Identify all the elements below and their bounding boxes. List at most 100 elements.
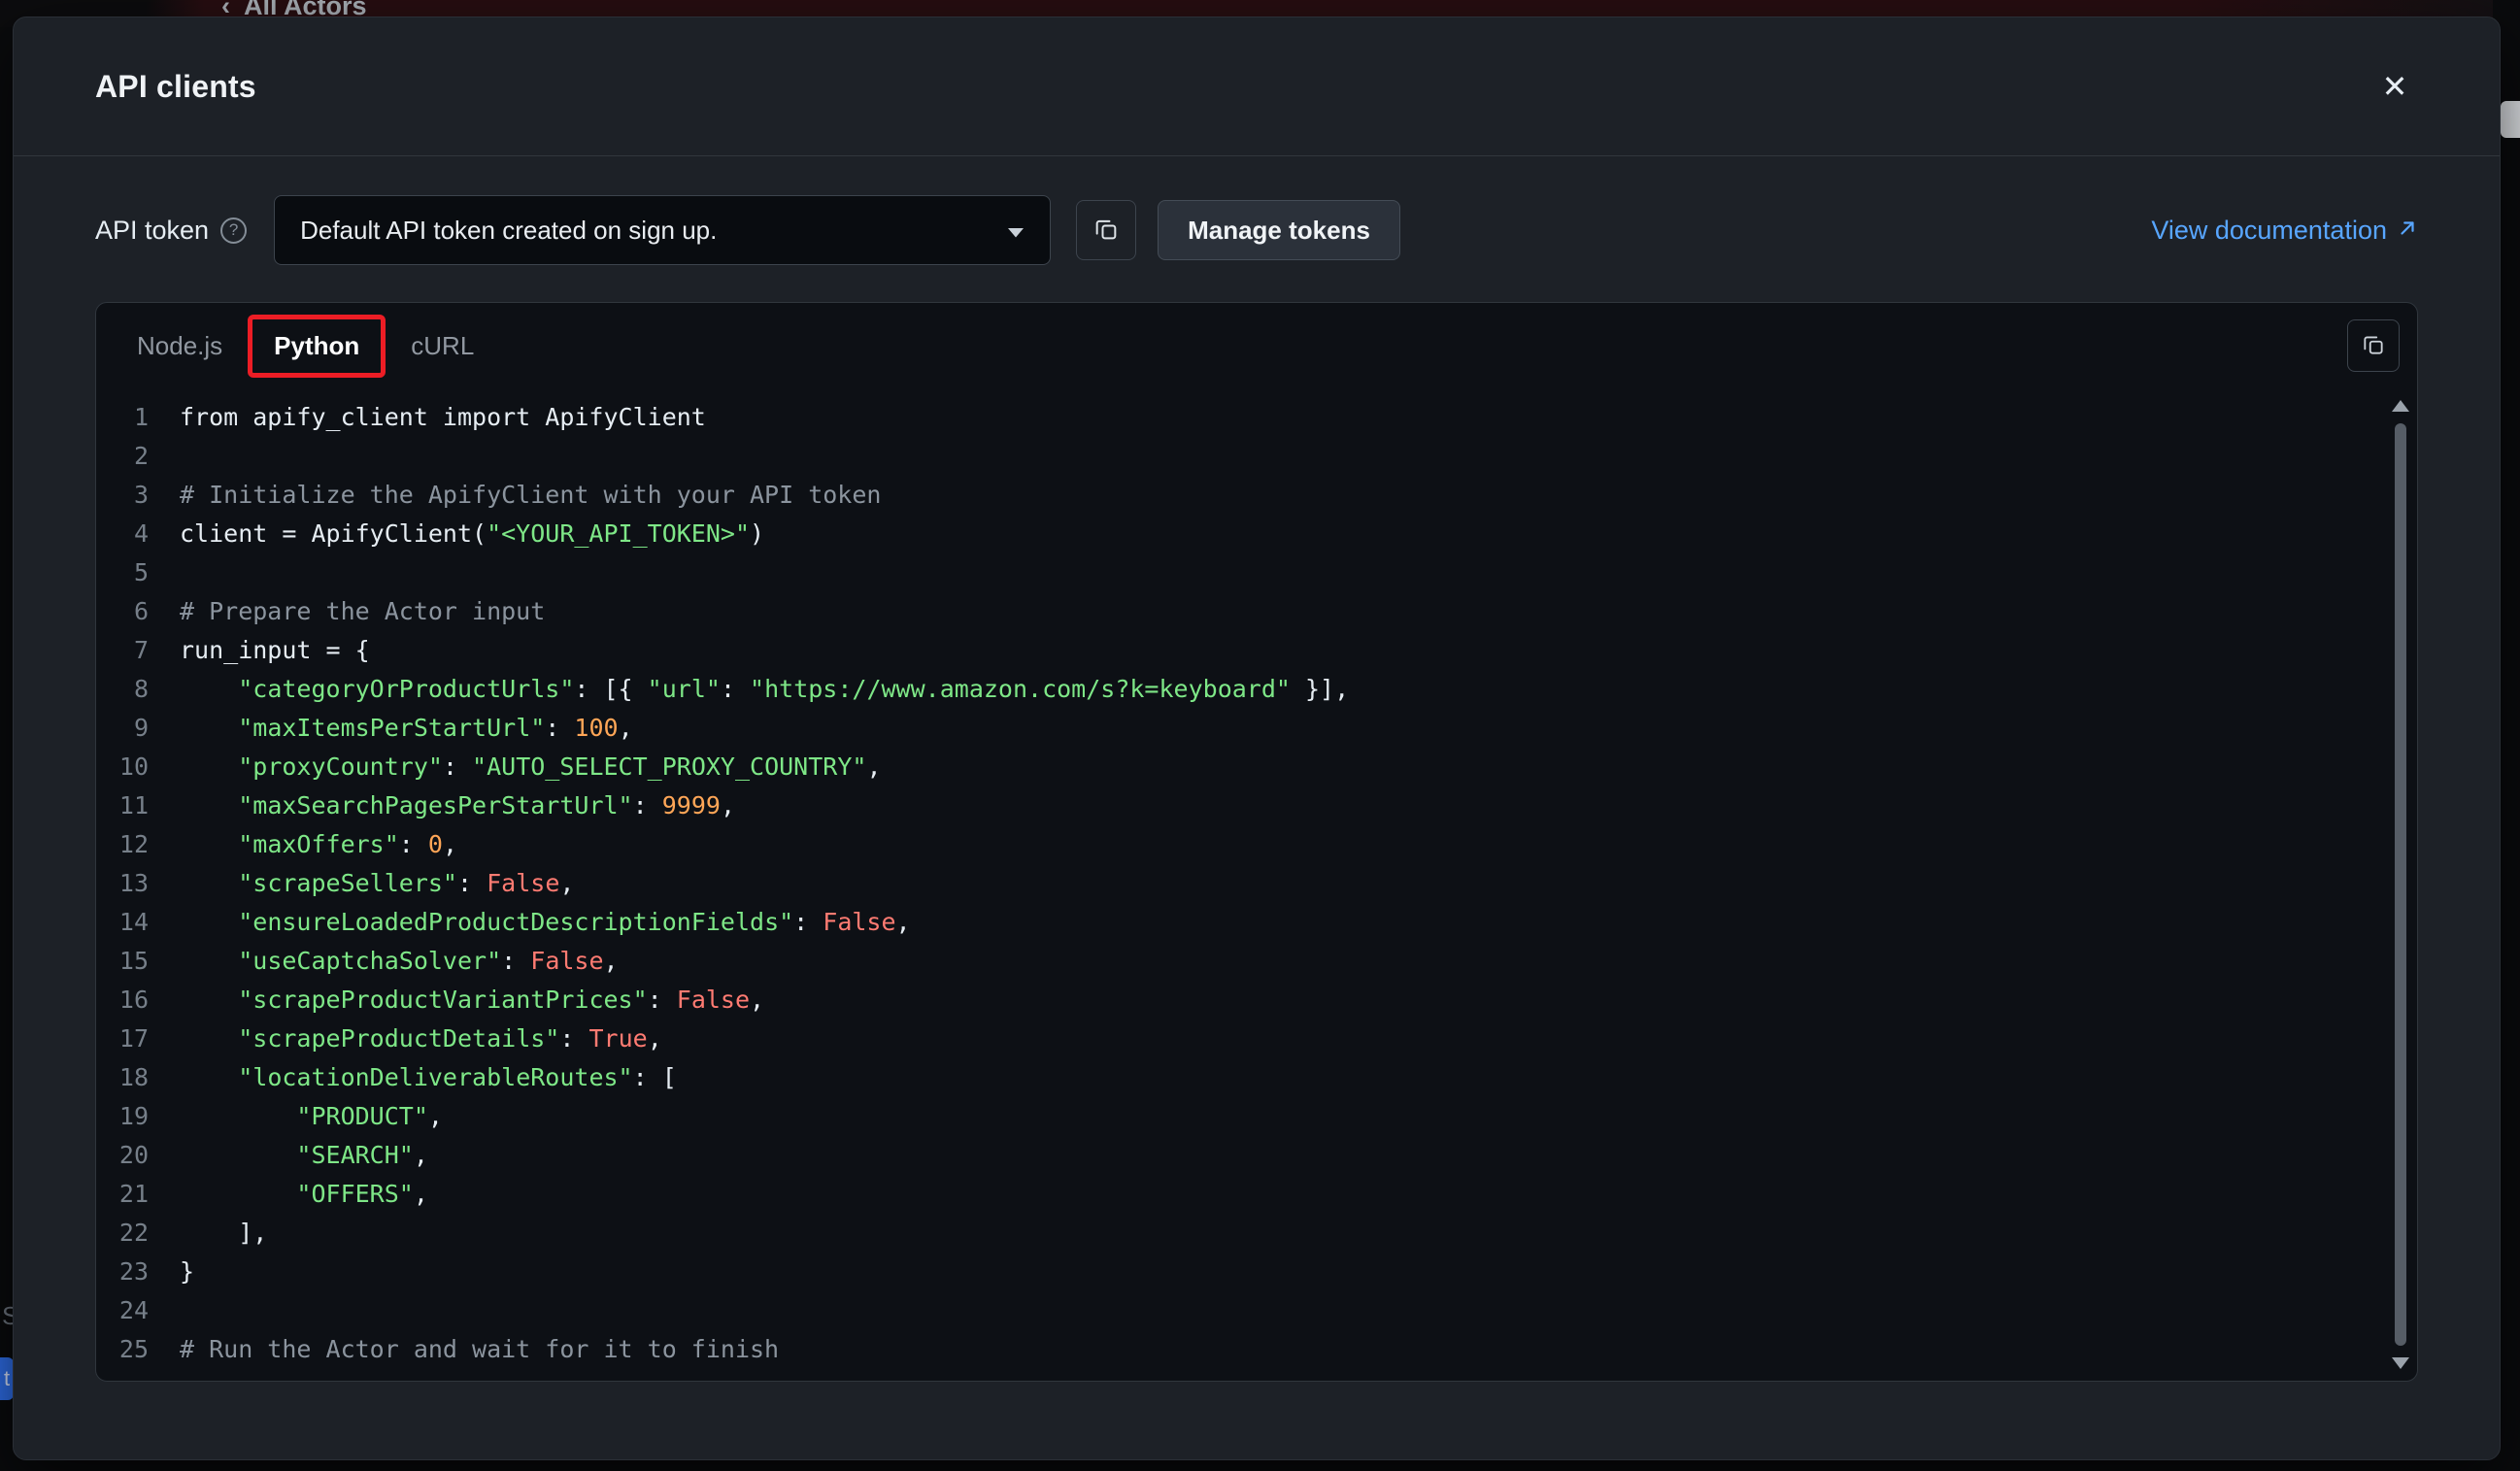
code-text: "locationDeliverableRoutes": [ [180,1058,677,1097]
line-number: 4 [96,515,149,553]
code-line: 24 [96,1291,2384,1330]
copy-icon [1092,216,1120,246]
tab-curl[interactable]: cURL [397,321,487,371]
code-line: 20 "SEARCH", [96,1136,2384,1175]
code-text: "ensureLoadedProductDescriptionFields": … [180,903,911,942]
code-text: "maxItemsPerStartUrl": 100, [180,709,633,748]
line-number: 20 [96,1136,149,1175]
line-number: 1 [96,398,149,437]
modal-header: API clients ✕ [14,17,2500,156]
python-tab-annotation-highlight: Python [248,315,386,378]
line-number: 16 [96,981,149,1020]
copy-icon [2361,332,2386,360]
line-number: 19 [96,1097,149,1136]
api-token-row: API token ? Default API token created on… [95,195,2418,265]
code-line: 12 "maxOffers": 0, [96,825,2384,864]
code-text: "categoryOrProductUrls": [{ "url": "http… [180,670,1349,709]
code-line: 17 "scrapeProductDetails": True, [96,1020,2384,1058]
code-line: 2 [96,437,2384,476]
copy-token-button[interactable] [1076,200,1136,260]
code-line: 1 from apify_client import ApifyClient [96,398,2384,437]
code-text: "scrapeSellers": False, [180,864,574,903]
close-icon[interactable]: ✕ [2371,63,2418,110]
code-line: 22 ], [96,1214,2384,1253]
code-text: "SEARCH", [180,1136,428,1175]
view-documentation-link[interactable]: View documentation [2151,216,2418,246]
code-line: 21 "OFFERS", [96,1175,2384,1214]
code-text: # Prepare the Actor input [180,592,545,631]
code-line: 11 "maxSearchPagesPerStartUrl": 9999, [96,786,2384,825]
line-number: 13 [96,864,149,903]
line-number: 2 [96,437,149,476]
code-text: "useCaptchaSolver": False, [180,942,619,981]
code-line: 9 "maxItemsPerStartUrl": 100, [96,709,2384,748]
code-line: 19 "PRODUCT", [96,1097,2384,1136]
manage-tokens-button[interactable]: Manage tokens [1158,200,1400,260]
modal-body: API token ? Default API token created on… [14,156,2500,1459]
code-lines: 1 from apify_client import ApifyClient 23 #… [96,398,2384,1369]
code-line: 5 [96,553,2384,592]
external-link-icon [2397,216,2418,246]
code-text: "maxOffers": 0, [180,825,457,864]
code-text: "OFFERS", [180,1175,428,1214]
code-line: 13 "scrapeSellers": False, [96,864,2384,903]
line-number: 22 [96,1214,149,1253]
api-clients-modal: API clients ✕ API token ? Default API to… [13,17,2501,1460]
line-number: 9 [96,709,149,748]
code-text: # Run the Actor and wait for it to finis… [180,1330,779,1369]
api-token-label: API token [95,216,209,246]
code-editor[interactable]: 1 from apify_client import ApifyClient 23 #… [96,388,2384,1381]
code-text: "maxSearchPagesPerStartUrl": 9999, [180,786,735,825]
line-number: 12 [96,825,149,864]
scrollbar-thumb[interactable] [2395,423,2406,1346]
code-line: 23} [96,1253,2384,1291]
background-page-fragment [2501,101,2520,138]
line-number: 25 [96,1330,149,1369]
code-scrollbar[interactable] [2391,398,2410,1371]
code-line: 16 "scrapeProductVariantPrices": False, [96,981,2384,1020]
api-token-dropdown[interactable]: Default API token created on sign up. [274,195,1051,265]
background-toast-fragment: t [0,1357,14,1400]
line-number: 21 [96,1175,149,1214]
line-number: 24 [96,1291,149,1330]
scroll-down-icon[interactable] [2392,1357,2409,1369]
line-number: 11 [96,786,149,825]
line-number: 3 [96,476,149,515]
line-number: 8 [96,670,149,709]
code-line: 25 # Run the Actor and wait for it to fin… [96,1330,2384,1369]
code-line: 4 client = ApifyClient("<YOUR_API_TOKEN>"… [96,515,2384,553]
line-number: 7 [96,631,149,670]
help-icon[interactable]: ? [220,217,247,244]
code-text: "PRODUCT", [180,1097,443,1136]
code-line: 7run_input = { [96,631,2384,670]
modal-title: API clients [95,69,256,105]
code-text: "proxyCountry": "AUTO_SELECT_PROXY_COUNT… [180,748,882,786]
code-line: 15 "useCaptchaSolver": False, [96,942,2384,981]
code-text: "scrapeProductVariantPrices": False, [180,981,764,1020]
line-number: 18 [96,1058,149,1097]
code-text: ], [180,1214,267,1253]
scroll-up-icon[interactable] [2392,400,2409,412]
line-number: 23 [96,1253,149,1291]
line-number: 14 [96,903,149,942]
chevron-down-icon [1007,216,1025,246]
tab-nodejs[interactable]: Node.js [123,321,236,371]
code-text: from apify_client import ApifyClient [180,398,706,437]
line-number: 10 [96,748,149,786]
line-number: 5 [96,553,149,592]
tab-python[interactable]: Python [252,319,381,373]
code-text: "scrapeProductDetails": True, [180,1020,662,1058]
code-line: 10 "proxyCountry": "AUTO_SELECT_PROXY_CO… [96,748,2384,786]
line-number: 6 [96,592,149,631]
view-documentation-label: View documentation [2151,216,2387,246]
line-number: 15 [96,942,149,981]
code-text: client = ApifyClient("<YOUR_API_TOKEN>") [180,515,764,553]
copy-code-button[interactable] [2347,319,2400,372]
code-line: 18 "locationDeliverableRoutes": [ [96,1058,2384,1097]
api-token-dropdown-value: Default API token created on sign up. [300,216,717,246]
code-panel: Node.js Python cURL 1 from apify_client i… [95,302,2418,1382]
code-text: # Initialize the ApifyClient with your A… [180,476,881,515]
code-line: 8 "categoryOrProductUrls": [{ "url": "ht… [96,670,2384,709]
code-line: 3 # Initialize the ApifyClient with your … [96,476,2384,515]
code-language-tabs: Node.js Python cURL [96,303,2417,388]
